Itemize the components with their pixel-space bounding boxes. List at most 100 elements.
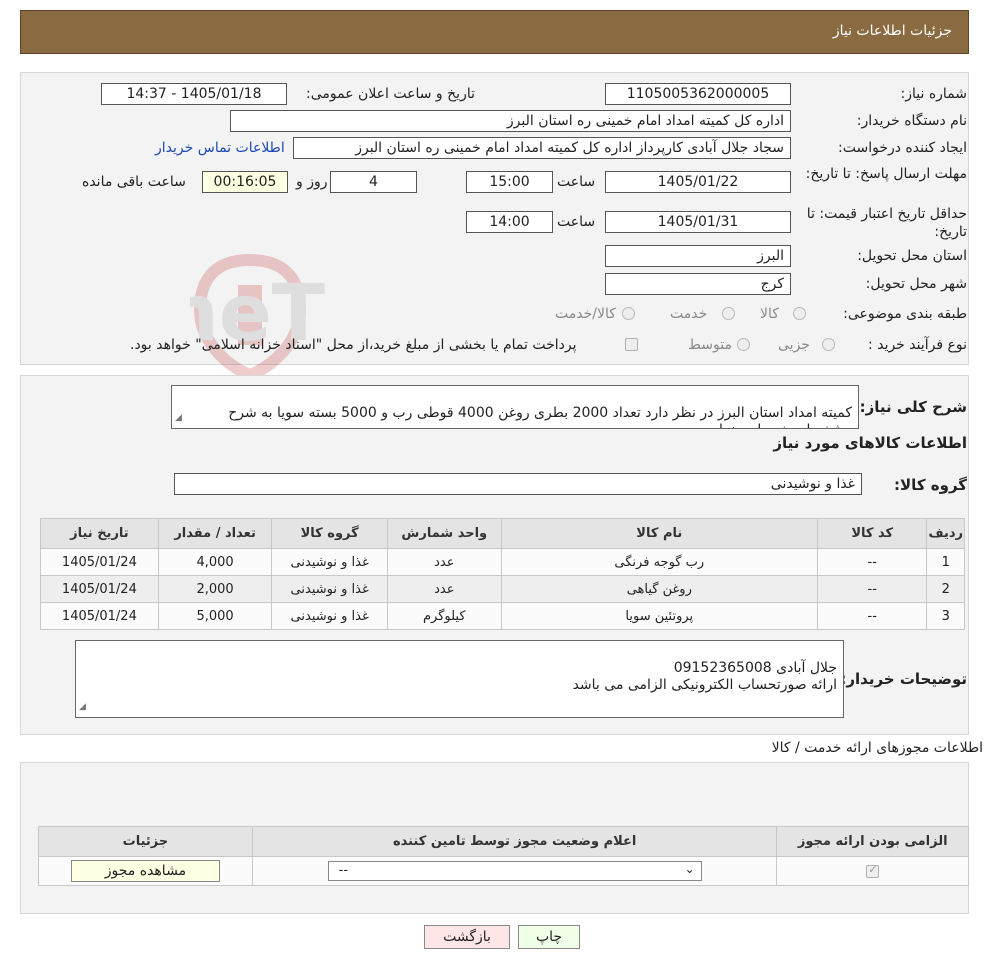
validity-time-label: ساعت [557,214,596,230]
city-field: کرج [605,273,791,295]
print-button[interactable]: چاپ [518,925,580,949]
goods-group-label: گروه کالا: [894,476,967,494]
validity-time-field: 14:00 [466,211,553,233]
cell-name: رب گوجه فرنگی [500,548,818,576]
license-status-value: -- [338,863,349,878]
cell-code: -- [816,548,928,576]
cell-unit: عدد [386,548,502,576]
cell-name: روغن گیاهی [500,575,818,603]
category-goods-label: کالا [760,306,779,322]
cell-group: غذا و نوشیدنی [271,575,388,603]
category-goods-service-label: کالا/خدمت [555,306,616,322]
process-minor-label: جزیی [778,337,810,353]
col-group: گروه کالا [271,518,388,549]
license-status-select[interactable]: -- ⌄ [327,861,702,881]
deadline-time-label: ساعت [557,174,596,190]
resize-grip-icon[interactable]: ◢ [79,699,86,716]
category-goods-radio[interactable] [793,307,806,320]
deadline-time-field: 15:00 [466,171,553,193]
cell-row: 1 [926,548,965,576]
items-table-header: ردیف کد کالا نام کالا واحد شمارش گروه کا… [40,518,965,549]
province-field: البرز [605,245,791,267]
check-icon: ✓ [868,862,878,876]
col-license-details: جزئیات [38,826,253,857]
requester-label: ایجاد کننده درخواست: [838,140,967,156]
deadline-label: مهلت ارسال پاسخ: تا تاریخ: [805,166,967,182]
col-need-date: تاریخ نیاز [40,518,159,549]
cell-license-required: ✓ [776,856,969,886]
summary-textarea[interactable]: کمیته امداد استان البرز در نظر دارد تعدا… [171,385,859,429]
view-license-button[interactable]: مشاهده مجوز [70,860,220,882]
process-medium-radio[interactable] [737,338,750,351]
licenses-table: الزامی بودن ارائه مجوز اعلام وضعیت مجوز … [38,826,969,886]
category-label: طبقه بندی موضوعی: [843,306,967,322]
back-button[interactable]: بازگشت [424,925,510,949]
goods-info-title: اطلاعات کالاهای مورد نیاز [773,434,967,452]
announce-label: تاریخ و ساعت اعلان عمومی: [306,86,475,102]
col-license-status: اعلام وضعیت مجوز توسط تامین کننده [251,826,778,857]
cell-license-details: مشاهده مجوز [38,856,253,886]
cell-license-status: -- ⌄ [251,856,778,886]
days-remaining-field: 4 [330,171,417,193]
treasury-payment-checkbox[interactable] [625,338,638,351]
buyer-org-field: اداره کل کمیته امداد امام خمینی ره استان… [230,110,791,132]
need-number-field: 1105005362000005 [605,83,791,105]
days-label: روز و [296,174,328,190]
deadline-date-field: 1405/01/22 [605,171,791,193]
buyer-contact-link[interactable]: اطلاعات تماس خریدار [155,140,285,156]
licenses-title: اطلاعات مجوزهای ارائه خدمت / کالا [771,740,983,756]
licenses-table-header: الزامی بودن ارائه مجوز اعلام وضعیت مجوز … [38,826,969,857]
col-unit: واحد شمارش [386,518,502,549]
process-medium-label: متوسط [688,337,732,353]
buyer-notes-label: توضیحات خریدار: [840,670,967,688]
city-label: شهر محل تحویل: [865,276,967,292]
cell-unit: کیلوگرم [386,602,502,630]
cell-row: 2 [926,575,965,603]
process-minor-radio[interactable] [822,338,835,351]
summary-text: کمیته امداد استان البرز در نظر دارد تعدا… [228,405,852,428]
items-table: ردیف کد کالا نام کالا واحد شمارش گروه کا… [40,518,965,630]
col-row: ردیف [926,518,965,549]
page-header: جزئیات اطلاعات نیاز [20,10,969,54]
cell-unit: عدد [386,575,502,603]
cell-quantity: 4,000 [157,548,273,576]
validity-date-field: 1405/01/31 [605,211,791,233]
table-row: 1 -- رب گوجه فرنگی عدد غذا و نوشیدنی 4,0… [40,548,965,576]
chevron-down-icon: ⌄ [684,862,695,876]
buyer-notes-textarea[interactable]: جلال آبادی 09152365008 ارائه صورتحساب ال… [75,640,844,718]
cell-name: پروتئین سویا [500,602,818,630]
province-label: استان محل تحویل: [857,248,967,264]
table-row: 2 -- روغن گیاهی عدد غذا و نوشیدنی 2,000 … [40,575,965,603]
announce-datetime-field: 1405/01/18 - 14:37 [101,83,287,105]
category-service-label: خدمت [670,306,708,322]
col-name: نام کالا [500,518,818,549]
summary-label: شرح کلی نیاز: [859,398,967,416]
time-remaining-label: ساعت باقی مانده [82,174,186,190]
cell-group: غذا و نوشیدنی [271,548,388,576]
need-number-label: شماره نیاز: [900,86,968,102]
buyer-notes-text: جلال آبادی 09152365008 ارائه صورتحساب ال… [572,660,837,693]
col-quantity: تعداد / مقدار [157,518,273,549]
cell-quantity: 2,000 [157,575,273,603]
requester-field: سجاد جلال آبادی کارپرداز اداره کل کمیته … [293,137,791,159]
license-required-checkbox[interactable]: ✓ [866,862,880,878]
col-license-required: الزامی بودن ارائه مجوز [776,826,969,857]
cell-code: -- [816,575,928,603]
cell-need-date: 1405/01/24 [40,548,159,576]
cell-quantity: 5,000 [157,602,273,630]
resize-grip-icon[interactable]: ◢ [175,410,182,427]
validity-label: حداقل تاریخ اعتبار قیمت: تا تاریخ: [806,206,967,240]
cell-row: 3 [926,602,965,630]
cell-need-date: 1405/01/24 [40,575,159,603]
col-code: کد کالا [816,518,928,549]
cell-need-date: 1405/01/24 [40,602,159,630]
cell-group: غذا و نوشیدنی [271,602,388,630]
process-type-label: نوع فرآیند خرید : [868,337,967,353]
cell-code: -- [816,602,928,630]
treasury-payment-note: پرداخت تمام یا بخشی از مبلغ خرید،از محل … [130,337,577,353]
goods-group-field: غذا و نوشیدنی [174,473,862,495]
category-service-radio[interactable] [722,307,735,320]
category-goods-service-radio[interactable] [622,307,635,320]
buyer-org-label: نام دستگاه خریدار: [856,113,967,129]
time-remaining-field: 00:16:05 [202,171,288,193]
